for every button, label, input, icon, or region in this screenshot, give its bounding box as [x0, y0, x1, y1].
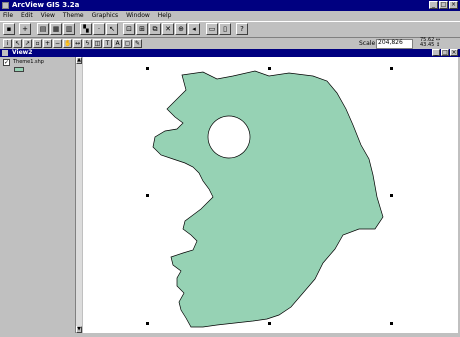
menu-graphics[interactable]: Graphics	[92, 12, 119, 20]
identify-tool-icon[interactable]: i	[3, 39, 12, 48]
view-maximize-button[interactable]: □	[441, 49, 449, 56]
maximize-button[interactable]: □	[439, 1, 448, 9]
menu-window[interactable]: Window	[126, 12, 150, 20]
selection-handle-top-middle[interactable]	[268, 67, 271, 70]
view-window-title: View2	[12, 49, 33, 56]
arcview-app-icon[interactable]	[2, 2, 9, 9]
minimize-button[interactable]: _	[429, 1, 438, 9]
pointer-tool-icon[interactable]: ↖	[13, 39, 22, 48]
zoom-out-tool-icon[interactable]: −	[53, 39, 62, 48]
select-features-button[interactable]: ▭	[206, 23, 218, 35]
selection-handle-bottom-left[interactable]	[146, 322, 149, 325]
scale-input[interactable]: 204,826	[376, 39, 413, 49]
view-window-controls: _ □ ×	[432, 49, 458, 56]
selection-handle-top-right[interactable]	[390, 67, 393, 70]
view-window-icon[interactable]	[2, 50, 8, 56]
vertex-edit-tool-icon[interactable]: ↗	[23, 39, 32, 48]
save-project-button[interactable]: ▪	[3, 23, 15, 35]
theme-polygon[interactable]	[152, 70, 384, 328]
zoom-in-button[interactable]: ✕	[162, 23, 174, 35]
menu-file[interactable]: File	[3, 12, 13, 20]
measure-tool-icon[interactable]: ↔	[73, 39, 82, 48]
close-button[interactable]: ×	[449, 1, 458, 9]
theme-properties-button[interactable]: ▤	[37, 23, 49, 35]
selection-handle-bottom-middle[interactable]	[268, 322, 271, 325]
scroll-down-arrow-icon[interactable]: ▼	[76, 326, 82, 333]
menu-edit[interactable]: Edit	[21, 12, 33, 20]
zoom-selected-button[interactable]: ⧉	[149, 23, 161, 35]
selection-handle-bottom-right[interactable]	[390, 322, 393, 325]
selection-handle-top-left[interactable]	[146, 67, 149, 70]
open-table-button[interactable]: ▥	[63, 23, 75, 35]
query-builder-button[interactable]: ↖	[106, 23, 118, 35]
theme-visibility-checkbox[interactable]: ✓	[3, 59, 10, 66]
find-button[interactable]: ▚	[80, 23, 92, 35]
menu-help[interactable]: Help	[158, 12, 172, 20]
view-close-button[interactable]: ×	[450, 49, 458, 56]
draw-tool-icon[interactable]: ▢	[123, 39, 132, 48]
theme-legend-swatch[interactable]	[14, 67, 24, 72]
selection-handle-middle-left[interactable]	[146, 194, 149, 197]
zoom-previous-button[interactable]: ◂	[188, 23, 200, 35]
table-of-contents	[0, 57, 82, 333]
toc-scrollbar[interactable]: ▲ ▼	[75, 57, 82, 333]
zoom-full-extent-button[interactable]: ⊡	[123, 23, 135, 35]
label-tool-icon[interactable]: T	[103, 39, 112, 48]
help-button[interactable]: ?	[236, 23, 248, 35]
app-window-controls: _ □ ×	[429, 1, 458, 9]
app-title: ArcView GIS 3.2a	[12, 1, 80, 9]
status-bar	[0, 333, 460, 337]
zoom-in-tool-icon[interactable]: +	[43, 39, 52, 48]
hotlink-tool-icon[interactable]: ϟ	[83, 39, 92, 48]
select-feature-tool-icon[interactable]: ▫	[33, 39, 42, 48]
edit-legend-button[interactable]: ▦	[50, 23, 62, 35]
text-tool-icon[interactable]: A	[113, 39, 122, 48]
zoom-active-themes-button[interactable]: ⊞	[136, 23, 148, 35]
view-window-titlebar: View2 _ □ ×	[0, 49, 460, 57]
coordinate-readout: 75.62 ↔ 43.45 ↕	[420, 38, 440, 48]
selection-handle-middle-right[interactable]	[390, 194, 393, 197]
locate-address-button[interactable]: ·	[93, 23, 105, 35]
view-minimize-button[interactable]: _	[432, 49, 440, 56]
tool-bar: i ↖ ↗ ▫ + − ✋ ↔ ϟ ◫ T A ▢ ✎ Scale 1: 204…	[0, 37, 460, 49]
map-display[interactable]	[83, 57, 458, 333]
button-bar: ▪ + ▤ ▦ ▥ ▚ · ↖ ⊡ ⊞ ⧉ ✕ ⊕ ◂ ▭ ▯ ?	[0, 21, 460, 36]
menu-bar: File Edit View Theme Graphics Window Hel…	[0, 11, 460, 20]
menu-view[interactable]: View	[41, 12, 55, 20]
snap-tool-icon[interactable]: ✎	[133, 39, 142, 48]
menu-theme[interactable]: Theme	[63, 12, 84, 20]
map-canvas	[146, 67, 393, 328]
area-of-interest-tool-icon[interactable]: ◫	[93, 39, 102, 48]
scroll-up-arrow-icon[interactable]: ▲	[76, 57, 82, 64]
clear-selection-button[interactable]: ▯	[219, 23, 231, 35]
zoom-out-button[interactable]: ⊕	[175, 23, 187, 35]
app-titlebar: ArcView GIS 3.2a _ □ ×	[0, 0, 460, 11]
coordinate-y: 43.45 ↕	[420, 42, 441, 48]
add-theme-button[interactable]: +	[19, 23, 31, 35]
pan-tool-icon[interactable]: ✋	[63, 39, 72, 48]
theme-name[interactable]: Theme1.shp	[13, 59, 44, 66]
